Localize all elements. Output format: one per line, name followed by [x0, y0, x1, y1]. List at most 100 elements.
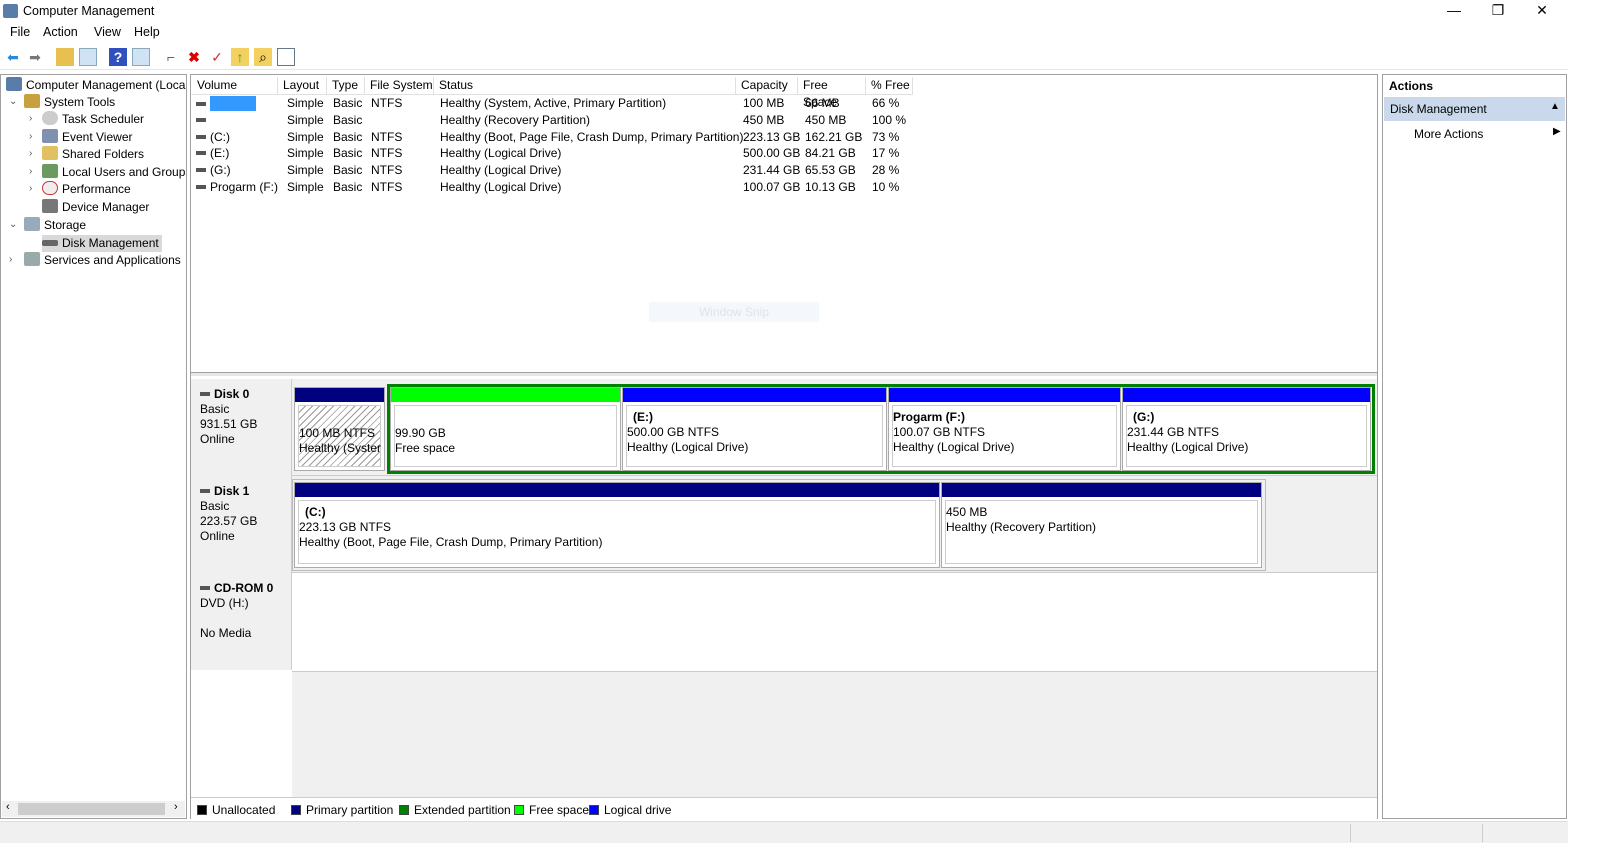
- cell-layout[interactable]: Simple: [287, 163, 324, 177]
- expand-icon[interactable]: ›: [29, 183, 32, 194]
- cell-status[interactable]: Healthy (Recovery Partition): [440, 113, 590, 127]
- cell-status[interactable]: Healthy (Logical Drive): [440, 146, 561, 160]
- tree-item-performance[interactable]: Performance: [42, 181, 131, 198]
- cell-volume[interactable]: (E:): [196, 146, 229, 160]
- menu-help[interactable]: Help: [134, 25, 160, 39]
- cell-type[interactable]: Basic: [333, 113, 362, 127]
- column-header-status[interactable]: Status: [434, 77, 736, 95]
- export-icon[interactable]: ↑: [231, 48, 249, 66]
- close-button[interactable]: ✕: [1520, 2, 1564, 22]
- cell-volume[interactable]: [196, 113, 210, 127]
- cell--free[interactable]: 100 %: [872, 113, 906, 127]
- cell-layout[interactable]: Simple: [287, 96, 324, 110]
- cell-capacity[interactable]: 231.44 GB: [743, 163, 800, 177]
- menu-view[interactable]: View: [94, 25, 121, 39]
- cell--free[interactable]: 28 %: [872, 163, 899, 177]
- tree-item-local-users-and-groups[interactable]: Local Users and Groups: [42, 164, 186, 181]
- cell-status[interactable]: Healthy (Logical Drive): [440, 163, 561, 177]
- cell-status[interactable]: Healthy (System, Active, Primary Partiti…: [440, 96, 666, 110]
- partition[interactable]: 99.90 GB Free space: [390, 387, 621, 471]
- show-hide-action-pane-icon[interactable]: [132, 48, 150, 66]
- cell-free-space[interactable]: 66 MB: [805, 96, 840, 110]
- cell-file-system[interactable]: NTFS: [371, 163, 402, 177]
- cell--free[interactable]: 73 %: [872, 130, 899, 144]
- cell-capacity[interactable]: 500.00 GB: [743, 146, 800, 160]
- cell-free-space[interactable]: 84.21 GB: [805, 146, 856, 160]
- connect-icon[interactable]: ⌐: [162, 48, 180, 66]
- cell-capacity[interactable]: 450 MB: [743, 113, 784, 127]
- tree-item-shared-folders[interactable]: Shared Folders: [42, 146, 144, 163]
- partition[interactable]: 100 MB NTFS Healthy (Syster: [294, 387, 385, 471]
- back-icon[interactable]: ⬅: [4, 48, 22, 66]
- disk-label-disk-1[interactable]: Disk 1 Basic 223.57 GB Online: [191, 476, 292, 573]
- restore-button[interactable]: ❐: [1476, 2, 1520, 22]
- tree-horizontal-scrollbar[interactable]: ‹ ›: [2, 801, 185, 817]
- expand-icon[interactable]: ›: [29, 148, 32, 159]
- column-header-volume[interactable]: Volume: [192, 77, 278, 95]
- cell-layout[interactable]: Simple: [287, 113, 324, 127]
- search-icon[interactable]: ⌕: [254, 48, 272, 66]
- forward-icon[interactable]: ➡: [26, 48, 44, 66]
- partition[interactable]: Progarm (F:) 100.07 GB NTFS Healthy (Log…: [888, 387, 1121, 471]
- tree-item-computer-management[interactable]: Computer Management (Local: [6, 77, 186, 94]
- cell-type[interactable]: Basic: [333, 96, 362, 110]
- menu-action[interactable]: Action: [43, 25, 78, 39]
- menu-file[interactable]: File: [10, 25, 30, 39]
- cell-free-space[interactable]: 65.53 GB: [805, 163, 856, 177]
- expand-icon[interactable]: ›: [9, 254, 12, 265]
- collapse-icon[interactable]: ⌄: [9, 219, 17, 230]
- partition[interactable]: 450 MB Healthy (Recovery Partition): [941, 482, 1262, 568]
- cell-status[interactable]: Healthy (Boot, Page File, Crash Dump, Pr…: [440, 130, 743, 144]
- console-icon[interactable]: [277, 48, 295, 66]
- actions-section-disk-management[interactable]: Disk Management ▲: [1384, 97, 1565, 121]
- cell-volume[interactable]: Progarm (F:): [196, 180, 278, 194]
- scrollbar-thumb[interactable]: [18, 803, 165, 815]
- column-header-capacity[interactable]: Capacity: [736, 77, 798, 95]
- cell-layout[interactable]: Simple: [287, 130, 324, 144]
- more-actions[interactable]: More Actions: [1414, 127, 1483, 141]
- cell-file-system[interactable]: NTFS: [371, 180, 402, 194]
- show-hide-tree-icon[interactable]: [79, 48, 97, 66]
- cell-layout[interactable]: Simple: [287, 180, 324, 194]
- minimize-button[interactable]: —: [1432, 2, 1476, 22]
- column-header-percent-free[interactable]: % Free: [866, 77, 913, 95]
- scroll-left-icon[interactable]: ‹: [6, 801, 10, 813]
- tree-item-disk-management[interactable]: Disk Management: [42, 235, 162, 252]
- tree-item-services-and-applications[interactable]: Services and Applications: [24, 252, 181, 269]
- cell-type[interactable]: Basic: [333, 146, 362, 160]
- cell--free[interactable]: 17 %: [872, 146, 899, 160]
- partition[interactable]: (E:) 500.00 GB NTFS Healthy (Logical Dri…: [622, 387, 887, 471]
- up-folder-icon[interactable]: [56, 48, 74, 66]
- cell-volume[interactable]: (C:): [196, 130, 230, 144]
- tree-item-event-viewer[interactable]: Event Viewer: [42, 129, 132, 146]
- cell-volume[interactable]: [196, 96, 256, 111]
- cell-status[interactable]: Healthy (Logical Drive): [440, 180, 561, 194]
- cell--free[interactable]: 66 %: [872, 96, 899, 110]
- partition[interactable]: (G:) 231.44 GB NTFS Healthy (Logical Dri…: [1122, 387, 1371, 471]
- cell-type[interactable]: Basic: [333, 163, 362, 177]
- tree-item-system-tools[interactable]: System Tools: [24, 94, 115, 111]
- pane-splitter[interactable]: [191, 372, 1377, 376]
- cell-layout[interactable]: Simple: [287, 146, 324, 160]
- expand-icon[interactable]: ›: [29, 131, 32, 142]
- tree-item-device-manager[interactable]: Device Manager: [42, 199, 149, 216]
- disk-label-disk-0[interactable]: Disk 0 Basic 931.51 GB Online: [191, 379, 292, 476]
- column-header-free-space[interactable]: Free Space: [798, 77, 866, 109]
- scroll-right-icon[interactable]: ›: [174, 801, 178, 813]
- collapse-icon[interactable]: ⌄: [9, 96, 17, 107]
- cell-type[interactable]: Basic: [333, 130, 362, 144]
- disk-label-cd-rom-0[interactable]: CD-ROM 0 DVD (H:) No Media: [191, 573, 292, 670]
- cell-file-system[interactable]: NTFS: [371, 146, 402, 160]
- tree-item-storage[interactable]: Storage: [24, 217, 86, 234]
- cell-file-system[interactable]: NTFS: [371, 130, 402, 144]
- help-icon[interactable]: ?: [109, 48, 127, 66]
- cell-capacity[interactable]: 223.13 GB: [743, 130, 800, 144]
- column-header-type[interactable]: Type: [327, 77, 365, 95]
- partition[interactable]: (C:) 223.13 GB NTFS Healthy (Boot, Page …: [294, 482, 940, 568]
- column-header-layout[interactable]: Layout: [278, 77, 327, 95]
- column-header-file-system[interactable]: File System: [365, 77, 434, 95]
- cell-free-space[interactable]: 450 MB: [805, 113, 846, 127]
- cell-type[interactable]: Basic: [333, 180, 362, 194]
- expand-icon[interactable]: ›: [29, 113, 32, 124]
- cell-free-space[interactable]: 10.13 GB: [805, 180, 856, 194]
